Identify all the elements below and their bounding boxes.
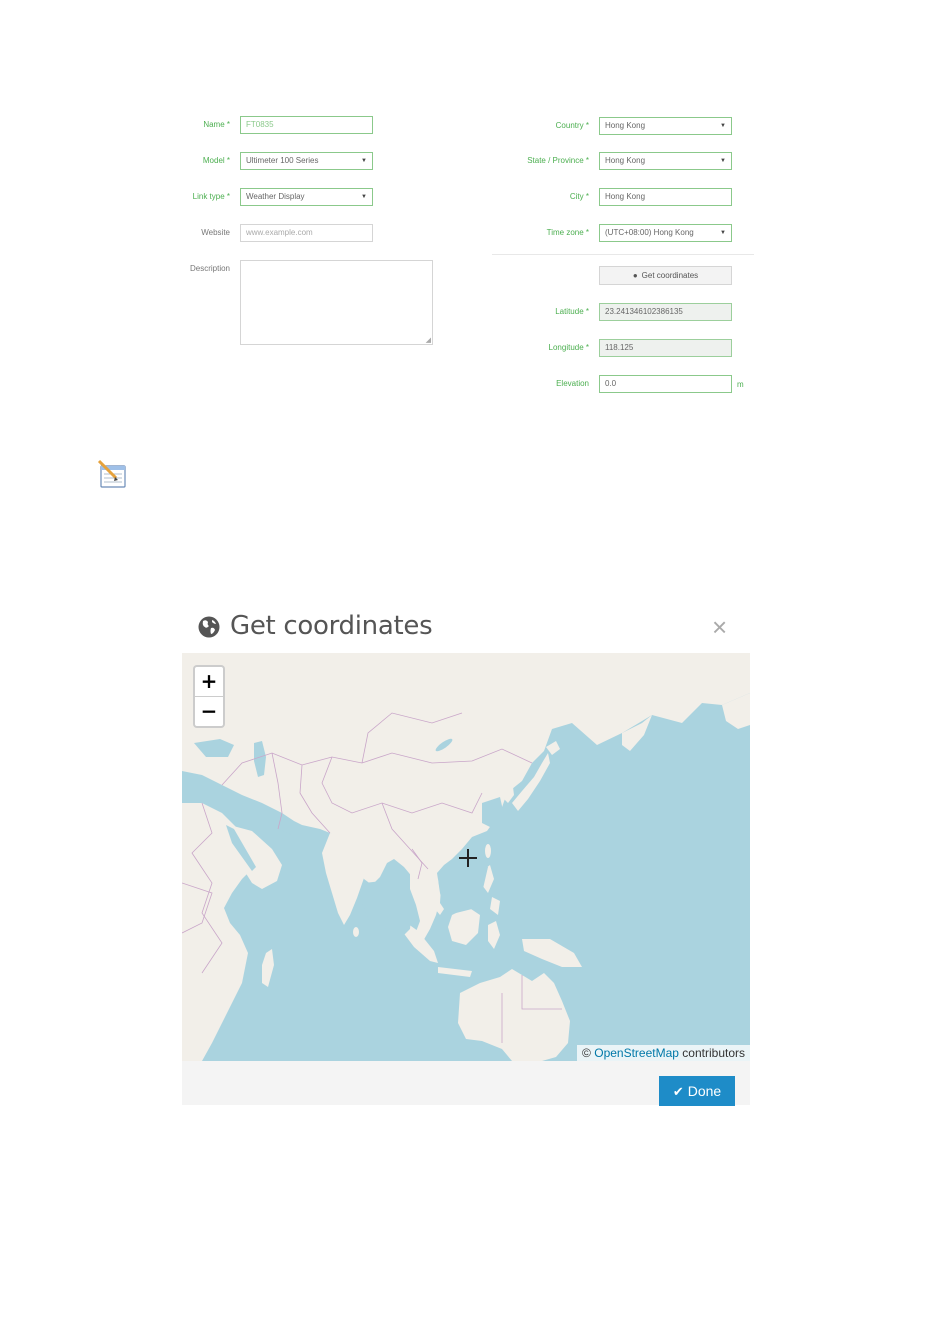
city-label: City * xyxy=(569,192,589,201)
attribution-suffix: contributors xyxy=(682,1046,745,1060)
done-button[interactable]: ✔ Done xyxy=(659,1076,735,1106)
zoom-out-button[interactable]: − xyxy=(195,697,223,726)
country-value: Hong Kong xyxy=(605,121,646,130)
model-select[interactable]: Ultimeter 100 Series ▼ xyxy=(240,152,373,170)
chevron-down-icon: ▼ xyxy=(720,123,726,129)
model-label: Model * xyxy=(202,156,230,165)
attribution-prefix: © xyxy=(582,1046,591,1060)
longitude-input[interactable]: 118.125 xyxy=(599,339,732,357)
station-form: Name * FT0835 Model * Ultimeter 100 Seri… xyxy=(0,0,933,420)
website-label: Website xyxy=(201,228,230,237)
chevron-down-icon: ▼ xyxy=(720,158,726,164)
link-type-value: Weather Display xyxy=(246,192,305,201)
get-coordinates-label: Get coordinates xyxy=(641,271,699,280)
divider xyxy=(492,254,754,255)
land-taiwan xyxy=(485,844,491,858)
time-zone-label: Time zone * xyxy=(546,228,589,237)
persian-gulf xyxy=(276,829,292,841)
south-china-sea xyxy=(440,861,488,915)
country-label: Country * xyxy=(555,121,589,130)
dialog-title: Get coordinates xyxy=(230,611,433,641)
description-label: Description xyxy=(189,264,230,273)
elevation-label: Elevation xyxy=(556,379,589,388)
globe-icon: ● xyxy=(632,271,638,280)
bay-of-bengal xyxy=(362,881,412,937)
crosshair-icon xyxy=(459,849,477,867)
resize-handle-icon[interactable]: ◢ xyxy=(426,337,431,344)
chevron-down-icon: ▼ xyxy=(361,158,367,164)
close-icon[interactable]: × xyxy=(712,614,727,640)
state-value: Hong Kong xyxy=(605,156,646,165)
chevron-down-icon: ▼ xyxy=(361,194,367,200)
land-sri-lanka xyxy=(353,927,359,937)
check-icon: ✔ xyxy=(672,1084,684,1099)
land-hokkaido xyxy=(546,741,560,755)
website-input[interactable]: www.example.com xyxy=(240,224,373,242)
map-attribution: © OpenStreetMap contributors xyxy=(577,1045,750,1061)
country-select[interactable]: Hong Kong ▼ xyxy=(599,117,732,135)
elevation-unit: m xyxy=(737,380,744,389)
dialog-header: Get coordinates × xyxy=(182,600,750,653)
chevron-down-icon: ▼ xyxy=(720,230,726,236)
land-australia xyxy=(458,969,570,1061)
land-madagascar xyxy=(262,949,274,987)
dialog-footer: ✔ Done xyxy=(182,1061,750,1106)
city-input[interactable]: Hong Kong xyxy=(599,188,732,206)
latitude-label: Latitude * xyxy=(555,307,589,316)
land-new-guinea xyxy=(522,939,582,967)
longitude-label: Longitude * xyxy=(548,343,589,352)
zoom-control: + − xyxy=(193,665,225,728)
elevation-input[interactable]: 0.0 xyxy=(599,375,732,393)
time-zone-value: (UTC+08:00) Hong Kong xyxy=(605,228,694,237)
state-label: State / Province * xyxy=(527,156,589,165)
description-textarea[interactable]: ◢ xyxy=(240,260,433,345)
note-icon xyxy=(97,459,126,488)
map-view[interactable]: + − © OpenStreetMap contributors xyxy=(182,653,750,1061)
link-type-select[interactable]: Weather Display ▼ xyxy=(240,188,373,206)
land-java xyxy=(438,967,472,977)
globe-icon xyxy=(198,616,220,638)
latitude-input[interactable]: 23.241346102386135 xyxy=(599,303,732,321)
name-label: Name * xyxy=(203,120,230,129)
time-zone-select[interactable]: (UTC+08:00) Hong Kong ▼ xyxy=(599,224,732,242)
get-coordinates-button[interactable]: ● Get coordinates xyxy=(599,266,732,285)
openstreetmap-link[interactable]: OpenStreetMap xyxy=(594,1046,679,1060)
zoom-in-button[interactable]: + xyxy=(195,667,223,697)
land-sulawesi xyxy=(488,921,500,949)
done-label: Done xyxy=(687,1083,722,1099)
name-input[interactable]: FT0835 xyxy=(240,116,373,134)
state-select[interactable]: Hong Kong ▼ xyxy=(599,152,732,170)
model-value: Ultimeter 100 Series xyxy=(246,156,319,165)
get-coordinates-dialog: Get coordinates × + − © OpenStreetMap co… xyxy=(182,600,750,1106)
link-type-label: Link type * xyxy=(192,192,230,201)
